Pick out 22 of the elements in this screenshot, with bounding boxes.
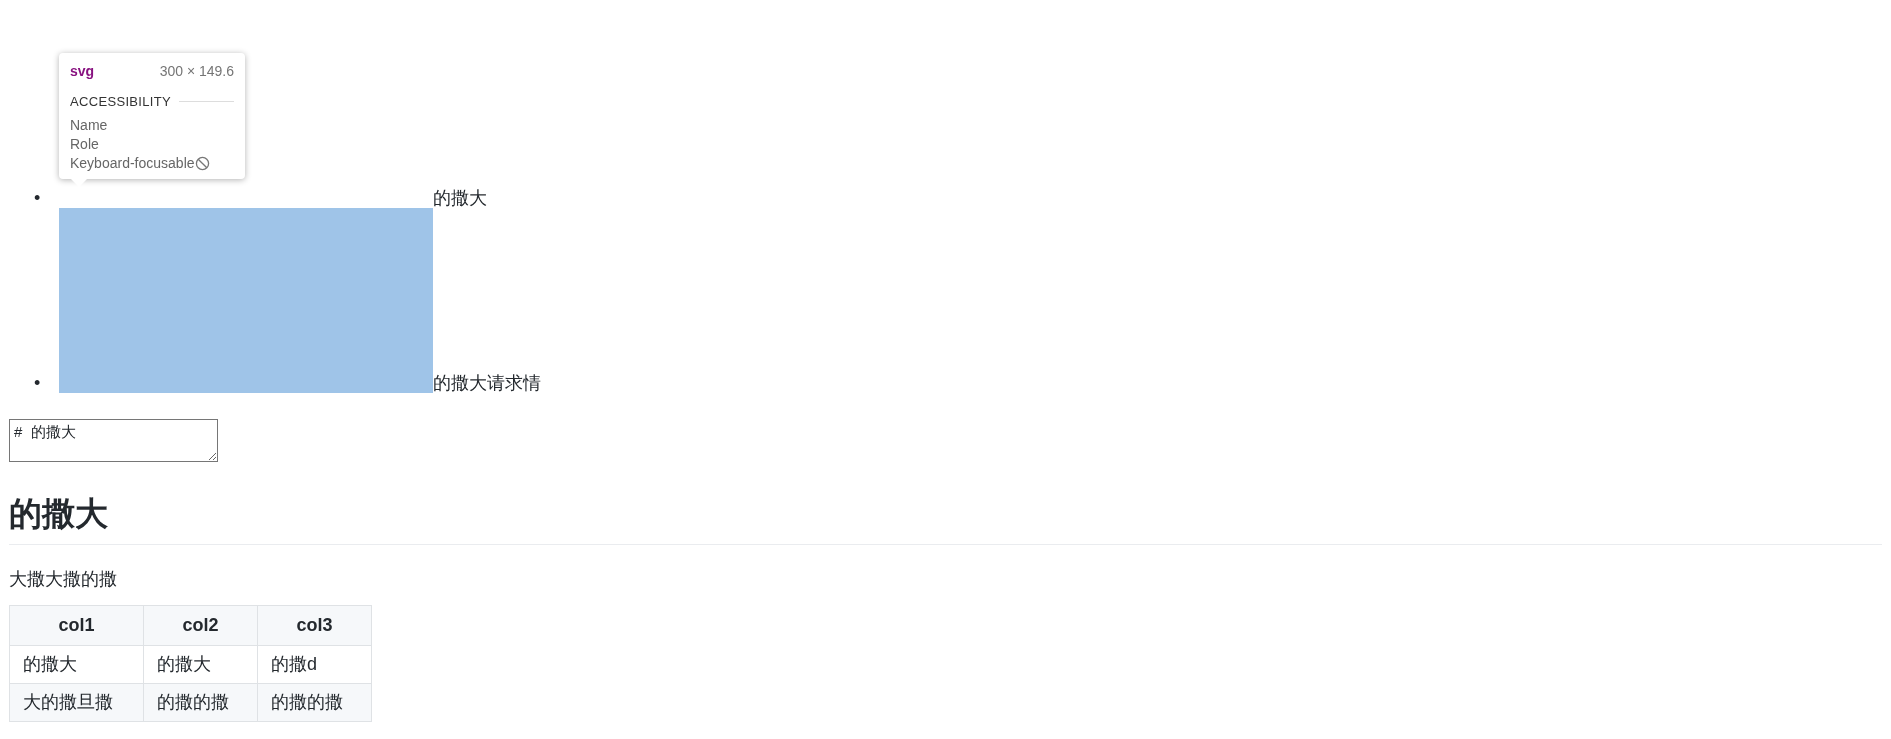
element-tag: svg (70, 61, 95, 82)
bullet: • (34, 373, 42, 393)
column-header: col3 (257, 605, 372, 646)
section-heading: ACCESSIBILITY (70, 93, 172, 111)
element-size: 300 × 149.6 (159, 62, 234, 81)
property-label: Role (70, 134, 99, 154)
property-label: Keyboard-focusable (70, 153, 195, 173)
bullet: • (34, 188, 42, 208)
table-cell: 的撒d (257, 645, 372, 684)
text-area[interactable]: # 的撒大 (9, 419, 218, 462)
table-cell: 大的撒旦撒 (9, 683, 144, 722)
column-header: col2 (143, 605, 258, 646)
table-cell: 的撒大 (9, 645, 144, 684)
table-cell: 的撒的撒 (143, 683, 258, 722)
list-item-text: 的撒大 (433, 188, 487, 208)
table-cell: 的撒大 (143, 645, 258, 684)
paragraph: 大撒大撒的撒 (9, 568, 118, 591)
heading: 的撒大 (9, 492, 1882, 545)
column-header: col1 (9, 605, 144, 646)
table-cell: 的撒的撒 (257, 683, 372, 722)
property-label: Name (70, 115, 108, 135)
list-item-text: 的撒大请求情 (433, 373, 541, 393)
